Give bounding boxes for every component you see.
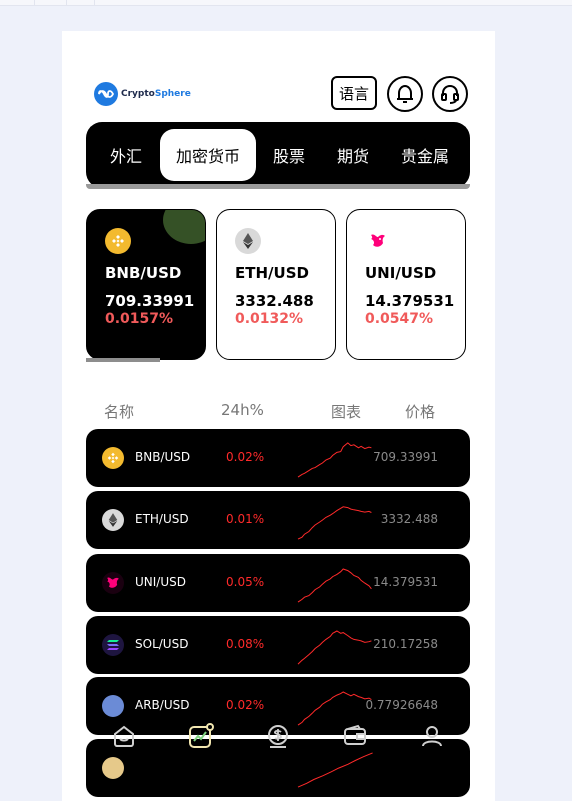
row-change: 0.01% <box>226 512 265 526</box>
card-indicator <box>86 358 160 362</box>
card-pair: ETH/USD <box>235 264 309 282</box>
sparkline-path <box>297 568 372 603</box>
row-price: 0.77926648 <box>365 698 438 712</box>
nav-profile[interactable] <box>417 721 447 751</box>
headset-icon <box>441 84 459 104</box>
logo-suffix: Sphere <box>154 89 191 99</box>
uni-icon <box>102 572 124 594</box>
tabs-shadow <box>86 184 470 189</box>
nav-wallet[interactable] <box>340 721 370 751</box>
nav-trade[interactable] <box>263 721 293 751</box>
notification-button[interactable] <box>387 76 423 112</box>
row-sparkline <box>297 568 372 603</box>
app-logo[interactable]: CryptoSphere <box>94 82 191 106</box>
card-change: 0.0157% <box>105 311 174 327</box>
language-button[interactable]: 语言 <box>331 76 377 110</box>
eth-icon <box>235 228 261 254</box>
card-change: 0.0132% <box>235 311 304 327</box>
tab-crypto[interactable]: 加密货币 <box>160 129 256 181</box>
bell-icon <box>397 84 413 103</box>
nav-home[interactable] <box>109 721 139 751</box>
market-row[interactable]: BNB/USD 0.02% 709.33991 <box>86 429 470 487</box>
logo-mark-icon <box>94 82 118 106</box>
row-price: 14.379531 <box>373 575 438 589</box>
card-glow <box>163 210 205 244</box>
featured-card-eth[interactable]: ETH/USD 3332.488 0.0132% <box>216 209 336 360</box>
support-button[interactable] <box>432 76 468 112</box>
row-sparkline <box>297 442 372 478</box>
market-row[interactable]: ETH/USD 0.01% 3332.488 <box>86 491 470 549</box>
user-icon <box>421 726 442 747</box>
bottom-nav <box>86 713 470 759</box>
strip-divider <box>34 0 35 6</box>
market-row[interactable]: SOL/USD 0.08% 210.17258 <box>86 616 470 674</box>
card-pair: BNB/USD <box>105 264 182 282</box>
row-change: 0.02% <box>226 698 265 712</box>
row-price: 3332.488 <box>380 512 438 526</box>
row-pair: SOL/USD <box>135 637 189 651</box>
row-sparkline <box>297 630 372 665</box>
row-price: 210.17258 <box>373 637 438 651</box>
card-price: 3332.488 <box>235 292 314 310</box>
row-price: 709.33991 <box>373 450 438 464</box>
card-pair: UNI/USD <box>365 264 437 282</box>
row-pair: BNB/USD <box>135 450 191 464</box>
row-sparkline <box>297 506 372 540</box>
tab-stocks[interactable]: 股票 <box>256 129 322 181</box>
app-screen: CryptoSphere 语言 外汇 加密货币 股票 期货 贵金属 BNB/US… <box>62 31 495 801</box>
tab-forex[interactable]: 外汇 <box>92 129 160 181</box>
sparkline-path <box>297 506 372 540</box>
card-price: 709.33991 <box>105 292 195 310</box>
strip-divider <box>94 0 95 6</box>
row-pair: ARB/USD <box>135 698 190 712</box>
bnb-icon <box>105 228 131 254</box>
featured-card-bnb[interactable]: BNB/USD 709.33991 0.0157% <box>86 209 206 360</box>
header-name: 名称 <box>104 403 135 421</box>
coin-icon <box>102 757 124 779</box>
nav-market[interactable] <box>186 721 216 751</box>
card-change: 0.0547% <box>365 311 434 327</box>
category-tabs: 外汇 加密货币 股票 期货 贵金属 <box>86 122 470 188</box>
row-change: 0.08% <box>226 637 265 651</box>
row-change: 0.05% <box>226 575 265 589</box>
uni-icon <box>365 228 391 254</box>
row-pair: ETH/USD <box>135 512 189 526</box>
header-price: 价格 <box>405 403 436 421</box>
header-change: 24h% <box>221 401 264 419</box>
featured-card-uni[interactable]: UNI/USD 14.379531 0.0547% <box>346 209 466 360</box>
market-row[interactable]: UNI/USD 0.05% 14.379531 <box>86 554 470 612</box>
card-price: 14.379531 <box>365 292 455 310</box>
bnb-icon <box>102 447 124 469</box>
eth-icon <box>102 509 124 531</box>
browser-top-strip <box>0 0 572 6</box>
row-change: 0.02% <box>226 450 265 464</box>
header-chart: 图表 <box>331 403 362 421</box>
sol-icon <box>102 634 124 656</box>
dollar-icon <box>267 725 288 748</box>
row-pair: UNI/USD <box>135 575 186 589</box>
tab-metals[interactable]: 贵金属 <box>384 129 466 181</box>
home-icon <box>114 725 135 747</box>
sparkline-path <box>297 630 372 665</box>
logo-prefix: Crypto <box>121 89 155 99</box>
logo-text: CryptoSphere <box>121 89 191 99</box>
sparkline-path <box>297 442 372 478</box>
wallet-icon <box>343 724 366 745</box>
tab-futures[interactable]: 期货 <box>322 129 384 181</box>
strip-divider <box>66 0 67 6</box>
chart-icon <box>189 723 215 748</box>
